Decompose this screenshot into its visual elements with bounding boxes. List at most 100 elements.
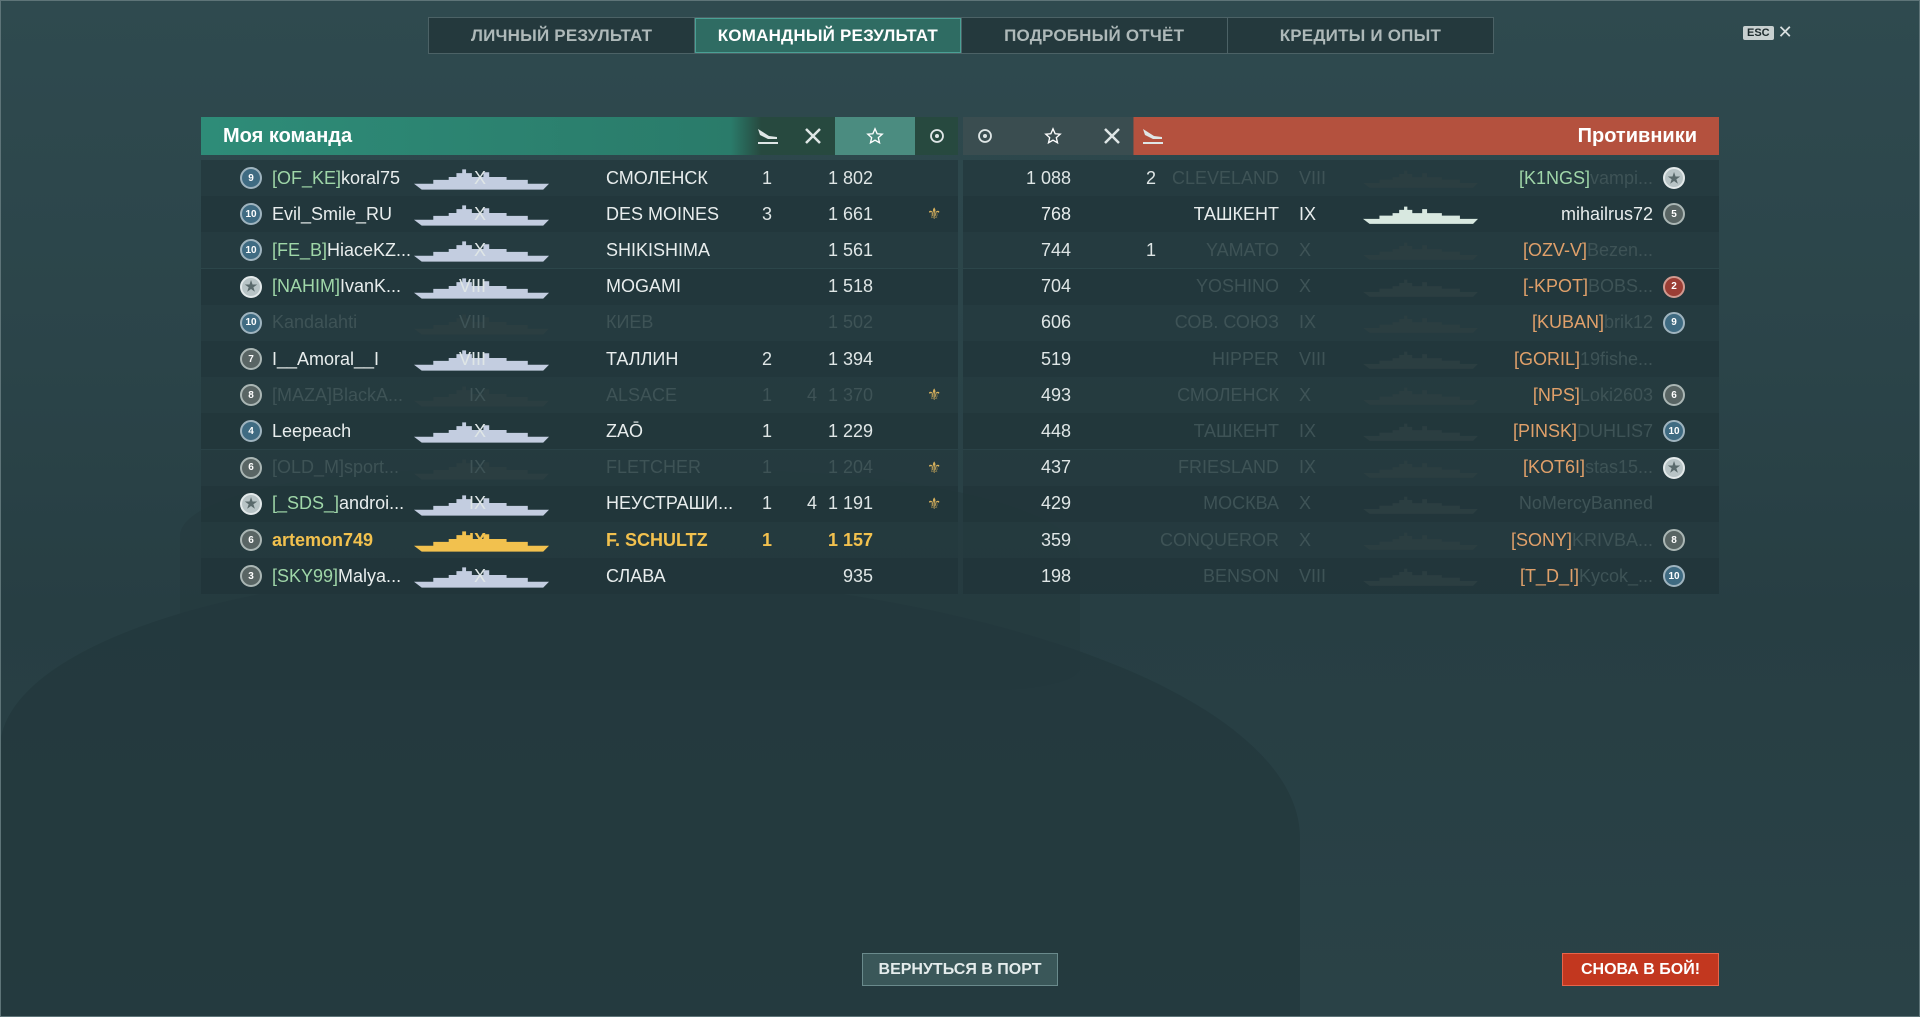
- enemy-row[interactable]: 448 ТАШКЕНТ IX [PINSK]DUHLIS7 10: [963, 413, 1719, 450]
- rank-badge-icon: 8: [1663, 529, 1685, 551]
- clan-tag: [K1NGS]: [1518, 167, 1590, 188]
- laurel-icon[interactable]: [965, 117, 1005, 155]
- my-team-row[interactable]: 6 artemon749 IX F. SCHULTZ 1 1 157: [201, 522, 958, 558]
- player-name: [-KPOT]BOBS...: [1523, 276, 1653, 297]
- player-name: [OLD_M]sport...: [272, 457, 399, 478]
- base-xp-value: 768: [1040, 203, 1071, 224]
- ship-name: FRIESLAND: [1177, 457, 1279, 478]
- ships-destroyed-icon[interactable]: [793, 117, 833, 155]
- ship-tier: IX: [468, 493, 486, 514]
- player-name: artemon749: [272, 530, 373, 551]
- player-nick: KRIVBA...: [1571, 529, 1653, 550]
- planes-shot-value: 1: [762, 384, 773, 405]
- player-name: [GORIL]19fishe...: [1514, 349, 1653, 370]
- my-team-row[interactable]: 7 I__Amoral__I VIII ТАЛЛИН 2 1 394: [201, 341, 958, 377]
- my-team-row[interactable]: ★ [NAHIM]IvanK... VIII MOGAMI 1 518: [201, 268, 958, 305]
- ship-name: F. SCHULTZ: [606, 529, 708, 550]
- my-team-row[interactable]: 4 Leepeach X ZAŌ 1 1 229: [201, 413, 958, 450]
- player-nick: HiaceKZ...: [327, 239, 412, 260]
- player-name: [NAHIM]IvanK...: [272, 276, 401, 297]
- base-xp-value: 1 802: [827, 167, 873, 188]
- player-nick: Bezen...: [1586, 239, 1653, 260]
- ship-silhouette-icon: [1363, 315, 1478, 333]
- enemy-row[interactable]: 359 CONQUEROR X [SONY]KRIVBA... 8: [963, 522, 1719, 558]
- base-xp-star-icon[interactable]: [835, 117, 915, 155]
- my-team-row[interactable]: 10 Kandalahti VIII КИЕВ 1 502: [201, 304, 958, 341]
- ship-tier: IX: [1299, 420, 1317, 441]
- enemy-row[interactable]: 519 HIPPER VIII [GORIL]19fishe...: [963, 341, 1719, 377]
- ship-name: СОВ. СОЮЗ: [1174, 312, 1279, 333]
- player-nick: Evil_Smile_RU: [272, 203, 393, 224]
- planes-shot-value: 1: [1146, 239, 1157, 260]
- my-team-row[interactable]: 6 [OLD_M]sport... IX FLETCHER 1 1 204 ⚜: [201, 449, 958, 486]
- ship-tier: X: [473, 565, 486, 586]
- base-xp-value: 519: [1040, 348, 1071, 369]
- player-nick: Leepeach: [272, 420, 352, 441]
- player-name: [_SDS_]androi...: [272, 493, 404, 514]
- player-name: [SKY99]Malya...: [272, 566, 401, 587]
- ship-silhouette-icon: [1363, 351, 1478, 369]
- player-name: [KUBAN]brik12: [1532, 312, 1653, 333]
- tab-team-result[interactable]: КОМАНДНЫЙ РЕЗУЛЬТАТ: [695, 18, 962, 53]
- ship-tier: VIII: [1299, 348, 1327, 369]
- enemy-row[interactable]: 493 СМОЛЕНСК X [NPS]Loki2603 6: [963, 377, 1719, 414]
- close-button[interactable]: ESC ✕: [1743, 22, 1793, 43]
- planes-shot-value: 2: [762, 348, 773, 369]
- player-name: [OZV-V]Bezen...: [1523, 240, 1653, 261]
- planes-shot-icon[interactable]: [748, 117, 788, 155]
- ship-name: FLETCHER: [606, 457, 702, 478]
- base-xp-value: 1 229: [827, 420, 873, 441]
- ship-tier: IX: [468, 457, 486, 478]
- rank-badge-icon: 10: [240, 311, 262, 334]
- player-nick: NoMercyBanned: [1518, 493, 1653, 514]
- player-nick: DUHLIS7: [1576, 420, 1653, 441]
- my-team-row[interactable]: 10 Evil_Smile_RU X DES MOINES 3 1 661 ⚜: [201, 196, 958, 233]
- rank-badge-icon: 10: [1663, 420, 1685, 443]
- my-team-row[interactable]: 8 [MAZA]BlackA... IX ALSACE 1 4 1 370 ⚜: [201, 377, 958, 414]
- base-xp-value: 935: [842, 565, 873, 586]
- planes-shot-value: 1: [762, 493, 773, 514]
- tab-personal-result[interactable]: ЛИЧНЫЙ РЕЗУЛЬТАТ: [429, 18, 696, 53]
- enemy-row[interactable]: 606 СОВ. СОЮЗ IX [KUBAN]brik12 9: [963, 304, 1719, 341]
- player-nick: androi...: [339, 493, 405, 514]
- ship-tier: X: [473, 167, 486, 188]
- my-team-row[interactable]: 10 [FE_B]HiaceKZ... X SHIKISHIMA 1 561: [201, 232, 958, 269]
- ships-destroyed-value: 4: [807, 493, 818, 514]
- base-xp-value: 437: [1040, 457, 1071, 478]
- player-name: [SONY]KRIVBA...: [1511, 530, 1653, 551]
- my-team-row[interactable]: 3 [SKY99]Malya... X СЛАВА 935: [201, 558, 958, 595]
- enemy-row[interactable]: 768 ТАШКЕНТ IX mihailrus72 5: [963, 196, 1719, 233]
- laurel-icon[interactable]: [917, 117, 957, 155]
- ships-destroyed-icon[interactable]: [1092, 117, 1132, 155]
- enemy-row[interactable]: 198 BENSON VIII [T_D_I]Kycok_... 10: [963, 558, 1719, 595]
- laurel-icon: ⚜: [927, 387, 942, 405]
- planes-shot-icon[interactable]: [1133, 117, 1173, 155]
- player-nick: Malya...: [338, 565, 402, 586]
- tab-detailed-report[interactable]: ПОДРОБНЫЙ ОТЧЁТ: [962, 18, 1228, 53]
- base-xp-value: 1 561: [827, 239, 873, 260]
- base-xp-value: 198: [1040, 565, 1071, 586]
- player-name: Evil_Smile_RU: [272, 204, 392, 225]
- enemy-row[interactable]: 429 МОСКВА X NoMercyBanned: [963, 485, 1719, 522]
- ship-tier: VIII: [1299, 167, 1327, 188]
- ship-name: BENSON: [1202, 565, 1279, 586]
- base-xp-star-icon[interactable]: [1028, 117, 1078, 155]
- tab-credits-xp[interactable]: КРЕДИТЫ И ОПЫТ: [1228, 18, 1493, 53]
- ship-silhouette: [1363, 491, 1478, 522]
- close-icon: ✕: [1777, 22, 1793, 42]
- ship-silhouette: [1363, 274, 1478, 305]
- player-name: [MAZA]BlackA...: [272, 385, 403, 406]
- player-nick: koral75: [341, 167, 401, 188]
- battle-again-button[interactable]: СНОВА В БОЙ!: [1562, 953, 1719, 986]
- ship-tier: X: [1299, 529, 1312, 550]
- enemy-row[interactable]: 704 YOSHINO X [-KPOT]BOBS... 2: [963, 268, 1719, 305]
- player-name: I__Amoral__I: [272, 349, 379, 370]
- my-team-row[interactable]: ★ [_SDS_]androi... IX НЕУСТРАШИ... 1 4 1 191 ⚜: [201, 485, 958, 522]
- enemy-row[interactable]: 1 088 2 CLEVELAND VIII [K1NGS]vampi... ★: [963, 160, 1719, 196]
- ship-silhouette-icon: [1363, 242, 1478, 261]
- base-xp-value: 1 502: [827, 312, 873, 333]
- my-team-row[interactable]: 9 [OF_KE]koral75 X СМОЛЕНСК 1 1 802: [201, 160, 958, 196]
- enemy-row[interactable]: 437 FRIESLAND IX [KOT6I]stas15... ★: [963, 449, 1719, 486]
- return-to-port-button[interactable]: ВЕРНУТЬСЯ В ПОРТ: [862, 953, 1058, 986]
- enemy-row[interactable]: 744 1 YAMATO X [OZV-V]Bezen...: [963, 232, 1719, 269]
